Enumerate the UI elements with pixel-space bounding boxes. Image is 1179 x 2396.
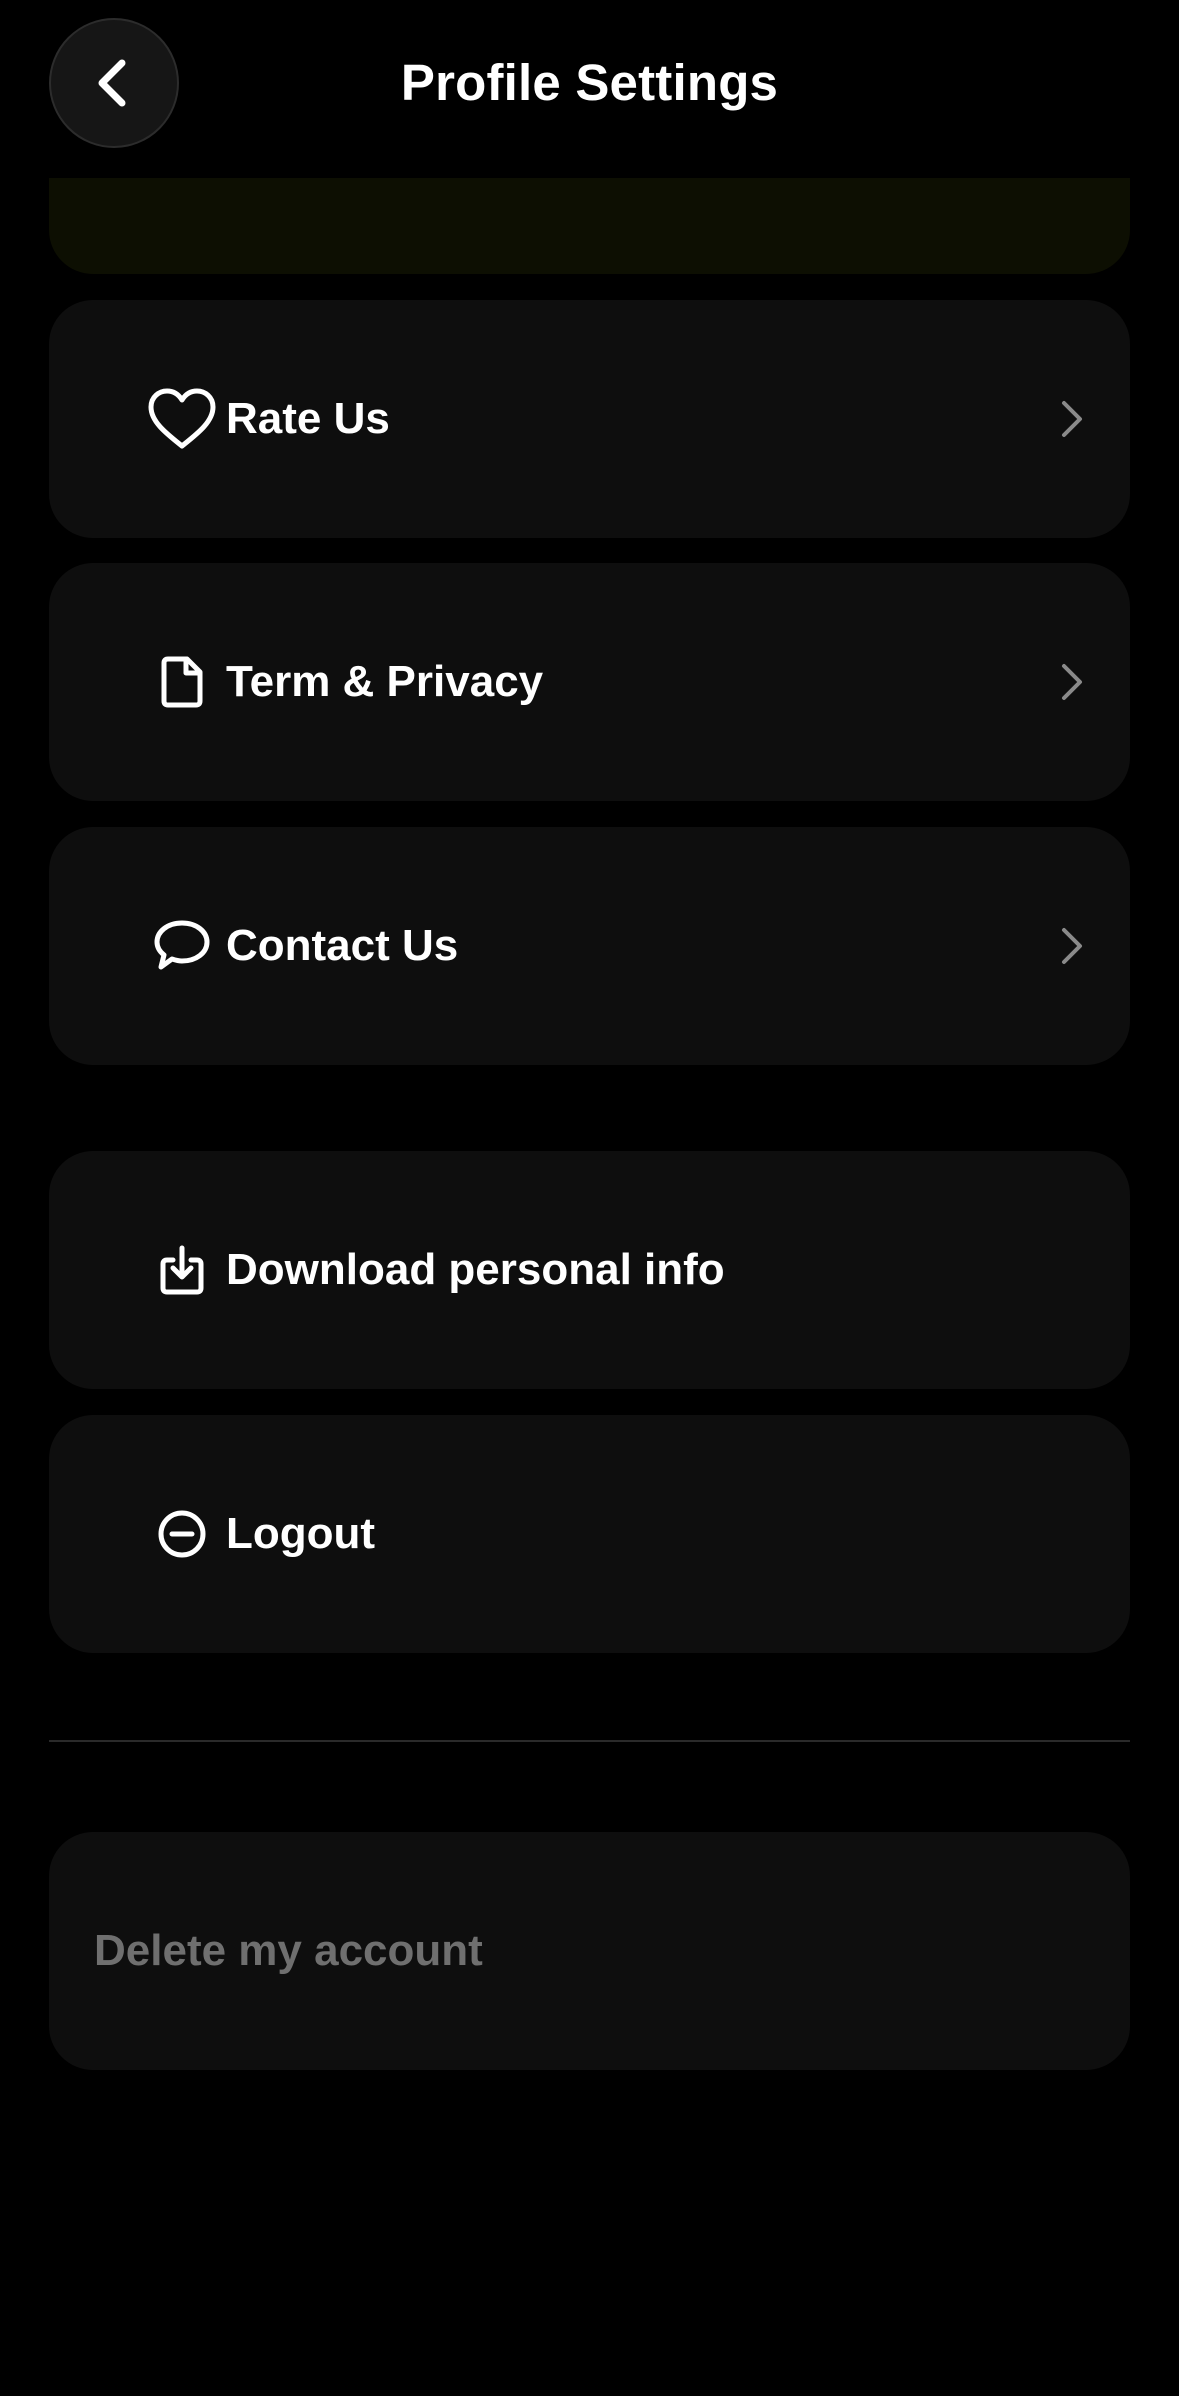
rate-us-label: Rate Us [226, 394, 390, 443]
logout-item[interactable]: Logout [49, 1415, 1130, 1653]
terms-privacy-item[interactable]: Term & Privacy [49, 563, 1130, 801]
page-title: Profile Settings [400, 54, 779, 111]
chevron-right-icon [1052, 658, 1092, 706]
download-icon [146, 1234, 218, 1306]
delete-account-label: Delete my account [94, 1926, 483, 1975]
chevron-right-icon [1052, 922, 1092, 970]
document-icon [146, 646, 218, 718]
chat-bubble-icon [146, 910, 218, 982]
logout-label: Logout [226, 1509, 376, 1558]
minus-circle-icon [146, 1498, 218, 1570]
contact-us-label: Contact Us [226, 921, 459, 970]
delete-account-button[interactable]: Delete my account [49, 1832, 1130, 2070]
download-info-label: Download personal info [226, 1245, 725, 1294]
header: Profile Settings [0, 0, 1179, 178]
rate-us-item[interactable]: Rate Us [49, 300, 1130, 538]
download-info-item[interactable]: Download personal info [49, 1151, 1130, 1389]
divider [49, 1740, 1130, 1742]
chevron-right-icon [1052, 395, 1092, 443]
heart-icon [146, 383, 218, 455]
contact-us-item[interactable]: Contact Us [49, 827, 1130, 1065]
terms-privacy-label: Term & Privacy [226, 657, 544, 706]
